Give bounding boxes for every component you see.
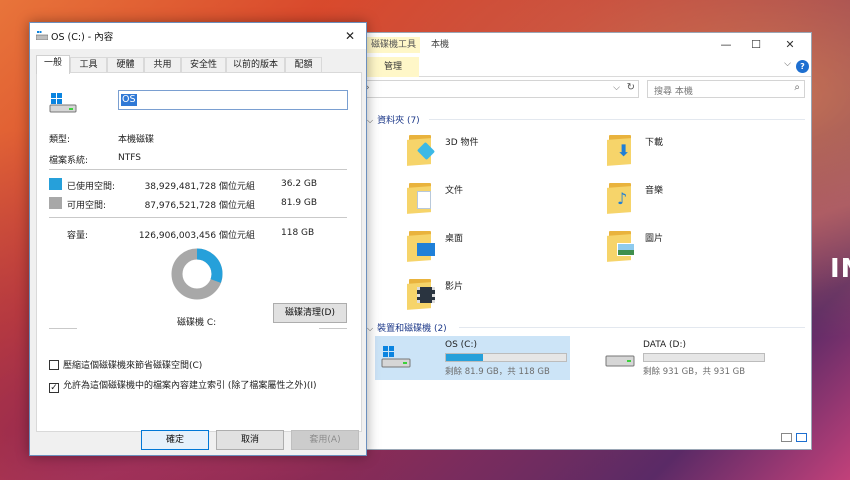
tab-hardware[interactable]: 硬體 [107,57,144,73]
folder-item-music[interactable]: ♪ 音樂 [607,177,797,217]
drive-name: OS (C:) [445,340,477,350]
divider [319,328,347,329]
drive-usage-bar [643,353,765,362]
folder-item-pictures[interactable]: 圖片 [607,225,797,265]
drive-tools-context-tab[interactable]: 磁碟機工具 [367,37,421,53]
close-button[interactable]: ✕ [340,26,360,46]
ok-button[interactable]: 確定 [141,430,209,450]
documents-folder-icon [407,181,437,214]
general-tab-panel: OS 類型: 本機磁碟 檔案系統: NTFS 已使用空間: 38,929,481… [36,72,362,432]
divider [49,217,347,218]
tab-tools[interactable]: 工具 [70,57,107,73]
os-drive-icon [49,93,77,113]
search-placeholder: 搜尋 本機 [654,87,693,97]
compress-checkbox[interactable] [49,360,59,370]
compress-drive-option[interactable]: 壓縮這個磁碟機來節省磁碟空間(C) [49,358,202,371]
drive-item-d[interactable]: DATA (D:) 剩餘 931 GB，共 931 GB [599,336,799,380]
filesystem-label: 檔案系統: [49,156,89,166]
type-value: 本機磁碟 [118,135,155,145]
drive-caption: 磁碟機 C: [177,318,217,328]
capacity-bytes: 126,906,003,456 個位元組 [138,231,255,241]
apply-button[interactable]: 套用(A) [291,430,359,450]
large-icons-view-icon[interactable] [796,433,807,442]
videos-folder-icon [407,277,437,310]
view-toggle [777,433,807,445]
maximize-button[interactable]: ☐ [741,35,771,55]
refresh-icon[interactable]: ↻ [627,82,635,93]
drive-icon [36,31,48,40]
drive-free-space: 剩餘 81.9 GB，共 118 GB [445,367,550,377]
tab-general[interactable]: 一般 [36,55,70,74]
tab-quota[interactable]: 配額 [285,57,322,73]
desktop-folder-icon [407,229,437,262]
disk-cleanup-button[interactable]: 磁碟清理(D) [273,303,347,323]
hard-drive-icon [605,355,635,367]
used-space-gb: 36.2 GB [281,179,318,189]
os-drive-icon [381,346,411,368]
collapse-chevron-icon[interactable]: ⌵ [367,324,373,333]
ribbon-tabs: 管理 ⌵ ? [359,57,811,77]
address-bar[interactable]: › ⌵ ↻ [361,80,639,98]
filesystem-value: NTFS [118,153,141,163]
ribbon-expand-chevron-icon[interactable]: ⌵ [784,59,791,69]
free-space-bytes: 87,976,521,728 個位元組 [144,201,255,211]
group-divider [459,327,805,328]
search-icon[interactable]: ⌕ [794,82,800,93]
tab-manage[interactable]: 管理 [367,57,419,77]
explorer-title: 本機 [431,40,450,50]
collapse-chevron-icon[interactable]: ⌵ [367,116,373,125]
group-divider [429,119,805,120]
address-dropdown-icon[interactable]: ⌵ [613,83,620,93]
close-button[interactable]: ✕ [775,35,805,55]
pictures-folder-icon [607,229,637,262]
folder-item-3d-objects[interactable]: 3D 物件 [407,129,597,169]
drive-item-c[interactable]: OS (C:) 剩餘 81.9 GB，共 118 GB [375,336,570,380]
tab-sharing[interactable]: 共用 [144,57,181,73]
folder-item-videos[interactable]: 影片 [407,273,597,313]
drive-name: DATA (D:) [643,340,687,350]
folder-item-desktop[interactable]: 桌面 [407,225,597,265]
drive-name-input[interactable]: OS [118,90,348,110]
dialog-titlebar: OS (C:) - 內容 ✕ [30,23,366,49]
details-view-icon[interactable] [781,433,792,442]
index-checkbox[interactable]: ✓ [49,383,59,393]
search-box[interactable]: 搜尋 本機 ⌕ [647,80,805,98]
divider [49,169,347,170]
help-icon[interactable]: ? [796,60,809,73]
file-explorer-window: 磁碟機工具 本機 — ☐ ✕ 管理 ⌵ ? › ⌵ ↻ 搜尋 本機 ⌕ ⌵ 資料夾… [358,32,812,450]
used-space-bytes: 38,929,481,728 個位元組 [144,182,255,192]
dialog-title: OS (C:) - 內容 [51,32,114,43]
index-drive-option[interactable]: ✓ 允許為這個磁碟機中的檔案內容建立索引 (除了檔案屬性之外)(I) [49,378,317,393]
folder-item-downloads[interactable]: ⬇ 下載 [607,129,797,169]
used-space-swatch [49,178,62,190]
explorer-titlebar: 磁碟機工具 本機 — ☐ ✕ [359,33,811,57]
cancel-button[interactable]: 取消 [216,430,284,450]
minimize-button[interactable]: — [711,35,741,55]
usage-donut-chart [169,246,225,302]
capacity-gb: 118 GB [281,228,315,238]
free-space-label: 可用空間: [67,201,107,211]
tab-security[interactable]: 安全性 [181,57,226,73]
wallpaper-text: IN [830,254,850,284]
downloads-folder-icon: ⬇ [607,133,637,166]
tab-previous-versions[interactable]: 以前的版本 [226,57,285,73]
drive-name-value: OS [121,94,137,106]
drive-properties-dialog: OS (C:) - 內容 ✕ 一般 工具 硬體 共用 安全性 以前的版本 配額 … [29,22,367,456]
divider [49,328,77,329]
free-space-gb: 81.9 GB [281,198,318,208]
drives-group-header[interactable]: ⌵ 裝置和磁碟機 (2) [367,321,447,334]
used-space-label: 已使用空間: [67,182,116,192]
3d-objects-folder-icon [407,133,437,166]
capacity-label: 容量: [67,231,89,241]
drive-usage-fill [446,354,484,361]
folders-group-header[interactable]: ⌵ 資料夾 (7) [367,113,420,126]
type-label: 類型: [49,135,71,145]
drive-free-space: 剩餘 931 GB，共 931 GB [643,367,746,377]
folder-item-documents[interactable]: 文件 [407,177,597,217]
music-folder-icon: ♪ [607,181,637,214]
free-space-swatch [49,197,62,209]
drive-usage-bar [445,353,567,362]
